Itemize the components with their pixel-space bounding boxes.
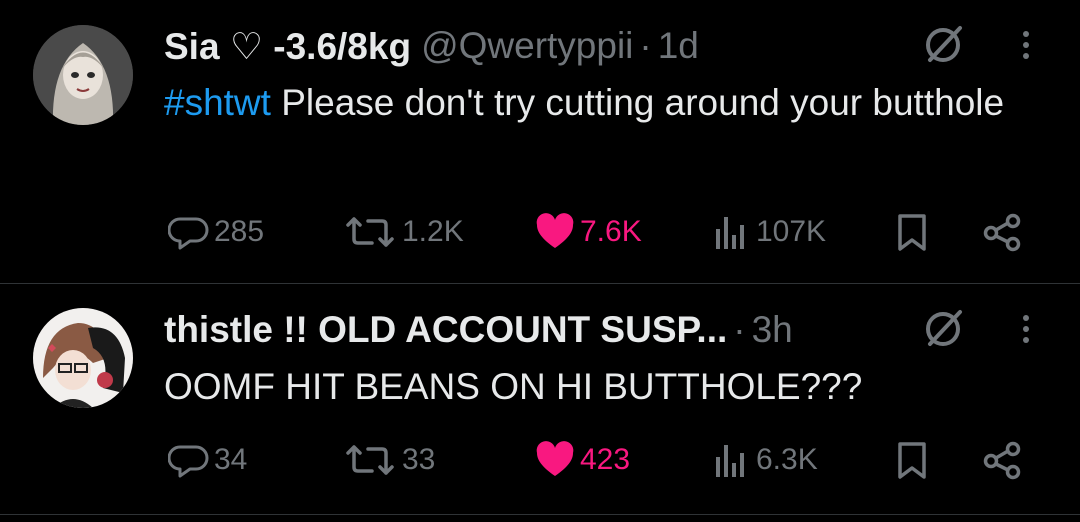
like-button[interactable]: 7.6K (534, 207, 642, 257)
bookmark-button[interactable] (894, 207, 930, 257)
avatar[interactable] (33, 308, 133, 408)
share-icon (983, 441, 1021, 480)
reply-button[interactable]: 285 (168, 207, 264, 257)
author-name[interactable]: Sia ♡ -3.6/8kg (164, 25, 411, 68)
views-button[interactable]: 107K (712, 207, 826, 257)
avatar[interactable] (33, 25, 133, 125)
author-handle[interactable]: @Qwertyppii (421, 25, 633, 67)
timeline: Sia ♡ -3.6/8kg @Qwertyppii · 1d #shtwt P… (0, 0, 1080, 522)
share-button[interactable] (982, 435, 1024, 485)
repost-count: 1.2K (402, 215, 464, 248)
repost-icon (346, 217, 394, 247)
share-icon (983, 213, 1021, 252)
author-name[interactable]: thistle !! OLD ACCOUNT SUSP... (164, 309, 727, 351)
timestamp[interactable]: 3h (752, 309, 793, 351)
avatar-image (33, 308, 133, 408)
heart-icon (536, 213, 574, 248)
repost-button[interactable]: 33 (342, 435, 435, 485)
repost-count: 33 (402, 443, 436, 476)
timestamp[interactable]: 1d (658, 25, 699, 67)
hashtag-link[interactable]: #shtwt (164, 82, 271, 123)
view-count: 6.3K (756, 443, 818, 476)
views-icon (716, 445, 744, 477)
action-bar: 34 33 423 6.3K (0, 435, 1080, 485)
reply-button[interactable]: 34 (168, 435, 247, 485)
repost-button[interactable]: 1.2K (342, 207, 464, 257)
post-body-text: Please don't try cutting around your but… (270, 82, 1005, 123)
views-icon (716, 217, 744, 249)
like-count: 423 (580, 443, 631, 476)
post-body-text: OOMF HIT BEANS ON HI BUTTHOLE??? (164, 366, 863, 407)
action-bar: 285 1.2K 7.6K 107K (0, 207, 1080, 257)
grok-icon[interactable] (922, 22, 966, 66)
bookmark-icon (898, 442, 926, 479)
post-divider (0, 514, 1080, 515)
repost-icon (346, 445, 394, 475)
bookmark-button[interactable] (894, 435, 930, 485)
more-icon[interactable] (1016, 306, 1036, 350)
views-button[interactable]: 6.3K (712, 435, 818, 485)
post-text: #shtwt Please don't try cutting around y… (164, 76, 1044, 130)
reply-count: 34 (214, 443, 248, 476)
post-text: OOMF HIT BEANS ON HI BUTTHOLE??? (164, 360, 1044, 414)
reply-icon (168, 445, 209, 478)
like-button[interactable]: 423 (534, 435, 630, 485)
post[interactable]: Sia ♡ -3.6/8kg @Qwertyppii · 1d #shtwt P… (0, 0, 1080, 283)
heart-icon (536, 441, 574, 476)
share-button[interactable] (982, 207, 1024, 257)
view-count: 107K (756, 215, 827, 248)
bookmark-icon (898, 214, 926, 251)
reply-count: 285 (214, 215, 265, 248)
post-header: thistle !! OLD ACCOUNT SUSP... · 3h (164, 306, 793, 354)
reply-icon (168, 217, 209, 250)
separator-dot: · (639, 25, 652, 66)
grok-icon[interactable] (922, 306, 966, 350)
post-header: Sia ♡ -3.6/8kg @Qwertyppii · 1d (164, 22, 699, 70)
separator-dot: · (733, 309, 746, 350)
avatar-image (33, 25, 133, 125)
more-icon[interactable] (1016, 22, 1036, 66)
like-count: 7.6K (580, 215, 642, 248)
